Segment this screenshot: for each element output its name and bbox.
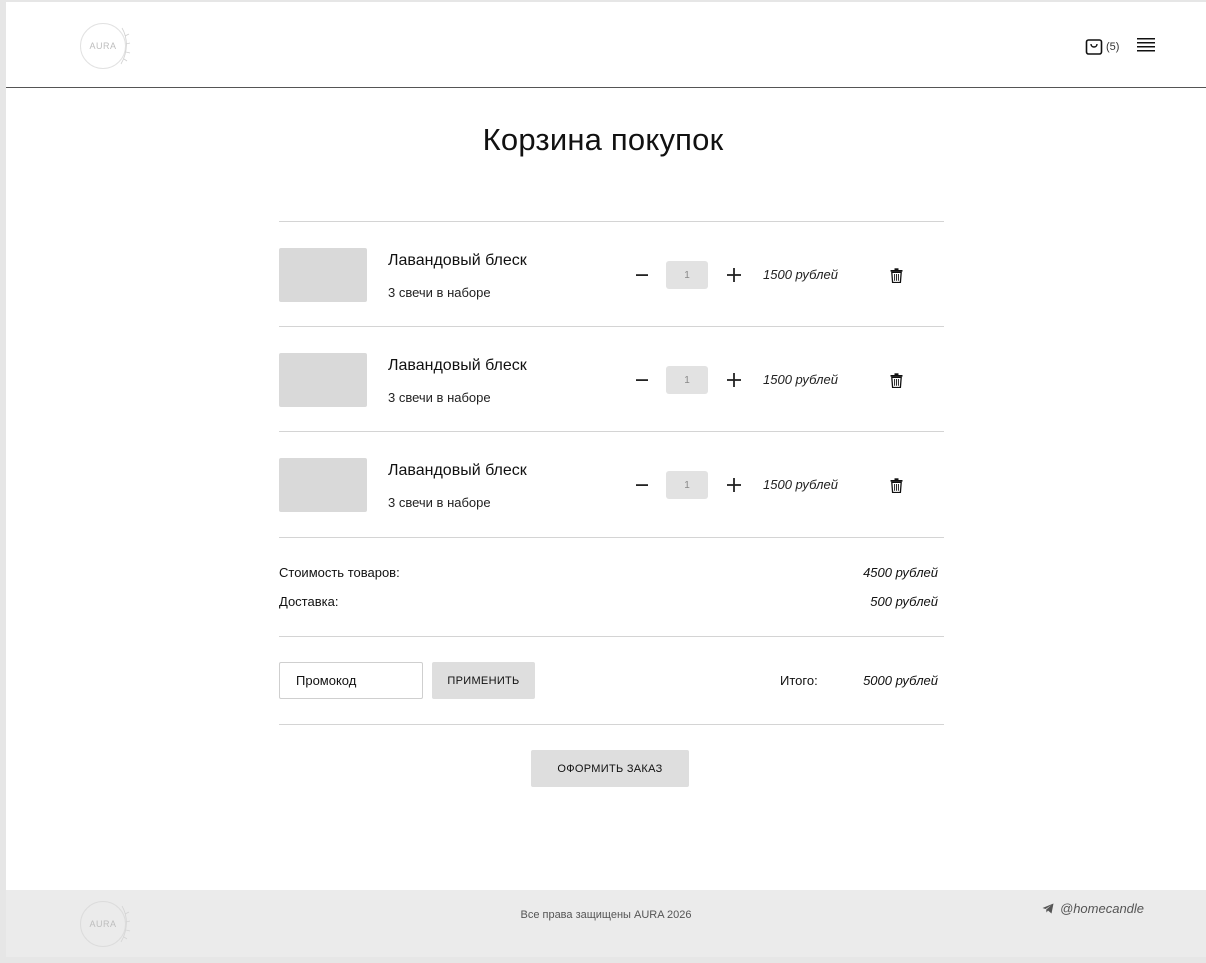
header-logo[interactable]: AURA xyxy=(80,23,131,69)
trash-icon xyxy=(890,267,902,283)
goods-cost-value: 4500 рублей xyxy=(863,565,938,580)
cart-button[interactable]: (5) xyxy=(1085,38,1119,56)
apply-promo-button[interactable]: ПРИМЕНИТЬ xyxy=(432,662,535,699)
plus-icon xyxy=(727,268,741,282)
product-image-placeholder[interactable] xyxy=(279,353,367,407)
telegram-link[interactable]: @homecandle xyxy=(1042,901,1144,916)
product-subtitle: 3 свечи в наборе xyxy=(388,390,491,405)
site-footer: AURA Все права защищены AURA 2026 @homec… xyxy=(6,890,1206,957)
quantity-field[interactable]: 1 xyxy=(666,261,708,289)
delete-item-button[interactable] xyxy=(888,267,904,283)
divider xyxy=(279,724,944,725)
promo-code-input[interactable] xyxy=(279,662,423,699)
minus-icon xyxy=(636,484,648,486)
total-value: 5000 рублей xyxy=(863,673,938,688)
product-title[interactable]: Лавандовый блеск xyxy=(388,252,527,270)
plus-icon xyxy=(727,373,741,387)
quantity-field[interactable]: 1 xyxy=(666,471,708,499)
decrease-quantity-button[interactable] xyxy=(631,369,653,391)
footer-logo[interactable]: AURA xyxy=(80,901,131,947)
product-price: 1500 рублей xyxy=(763,477,838,492)
telegram-handle: @homecandle xyxy=(1060,901,1145,916)
cart-count: (5) xyxy=(1106,41,1120,53)
delete-item-button[interactable] xyxy=(888,477,904,493)
product-subtitle: 3 свечи в наборе xyxy=(388,495,491,510)
window-frame-bottom xyxy=(0,957,1206,963)
minus-icon xyxy=(636,274,648,276)
total-label: Итого: xyxy=(780,673,818,688)
increase-quantity-button[interactable] xyxy=(723,474,745,496)
quantity-field[interactable]: 1 xyxy=(666,366,708,394)
trash-icon xyxy=(890,477,902,493)
page-title: Корзина покупок xyxy=(482,122,724,157)
cart-item: Лавандовый блеск 3 свечи в наборе 1 1500… xyxy=(279,222,944,327)
decrease-quantity-button[interactable] xyxy=(631,474,653,496)
product-price: 1500 рублей xyxy=(763,372,838,387)
product-title[interactable]: Лавандовый блеск xyxy=(388,357,527,375)
divider xyxy=(279,537,944,538)
trash-icon xyxy=(890,372,902,388)
delete-item-button[interactable] xyxy=(888,372,904,388)
decrease-quantity-button[interactable] xyxy=(631,264,653,286)
shopping-bag-icon xyxy=(1085,39,1103,55)
cart-item: Лавандовый блеск 3 свечи в наборе 1 1500… xyxy=(279,432,944,537)
site-header: AURA (5) xyxy=(6,2,1206,88)
delivery-value: 500 рублей xyxy=(870,594,938,609)
checkout-button[interactable]: ОФОРМИТЬ ЗАКАЗ xyxy=(531,750,689,787)
increase-quantity-button[interactable] xyxy=(723,369,745,391)
plus-icon xyxy=(727,478,741,492)
delivery-label: Доставка: xyxy=(279,594,339,609)
sprig-icon xyxy=(120,27,131,65)
product-price: 1500 рублей xyxy=(763,267,838,282)
goods-cost-label: Стоимость товаров: xyxy=(279,565,400,580)
increase-quantity-button[interactable] xyxy=(723,264,745,286)
copyright-text: Все права защищены AURA 2026 xyxy=(520,909,692,921)
product-image-placeholder[interactable] xyxy=(279,458,367,512)
hamburger-menu-icon[interactable] xyxy=(1137,38,1155,57)
product-subtitle: 3 свечи в наборе xyxy=(388,285,491,300)
logo-text: AURA xyxy=(89,41,117,51)
divider xyxy=(279,636,944,637)
product-image-placeholder[interactable] xyxy=(279,248,367,302)
telegram-icon xyxy=(1042,903,1054,914)
cart-item: Лавандовый блеск 3 свечи в наборе 1 1500… xyxy=(279,327,944,432)
product-title[interactable]: Лавандовый блеск xyxy=(388,462,527,480)
minus-icon xyxy=(636,379,648,381)
